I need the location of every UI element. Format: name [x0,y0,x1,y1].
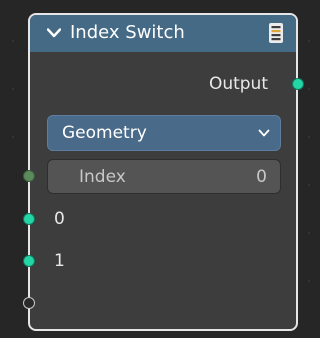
chevron-down-icon [258,129,270,137]
input-label-1: 1 [54,251,65,271]
data-type-value: Geometry [62,123,147,143]
index-field[interactable]: Index 0 [47,159,281,194]
index-switch-node[interactable]: Index Switch Output Geometry Index 0 0 1 [23,13,304,331]
node-list-icon [269,23,283,43]
grid-dot [308,184,310,186]
node-title: Index Switch [70,22,185,43]
grid-dot [308,232,310,234]
index-label: Index [79,167,126,187]
grid-dot [12,88,14,90]
node-editor-canvas[interactable]: Index Switch Output Geometry Index 0 0 1 [0,0,320,338]
output-socket-row: Output [30,71,296,97]
index-socket[interactable] [23,170,35,182]
chevron-down-icon[interactable] [47,26,61,40]
output-socket[interactable] [292,78,304,90]
grid-dot [12,40,14,42]
output-label: Output [208,74,268,94]
input-socket-0[interactable] [23,213,35,225]
grid-dot [308,280,310,282]
node-header[interactable]: Index Switch [30,15,296,52]
input-socket-1[interactable] [23,255,35,267]
new-input-socket[interactable] [23,297,35,309]
grid-dot [308,40,310,42]
input-label-0: 0 [54,209,65,229]
grid-dot [308,136,310,138]
grid-dot [12,136,14,138]
grid-dot [308,88,310,90]
data-type-dropdown[interactable]: Geometry [47,115,281,151]
index-value: 0 [256,167,267,187]
